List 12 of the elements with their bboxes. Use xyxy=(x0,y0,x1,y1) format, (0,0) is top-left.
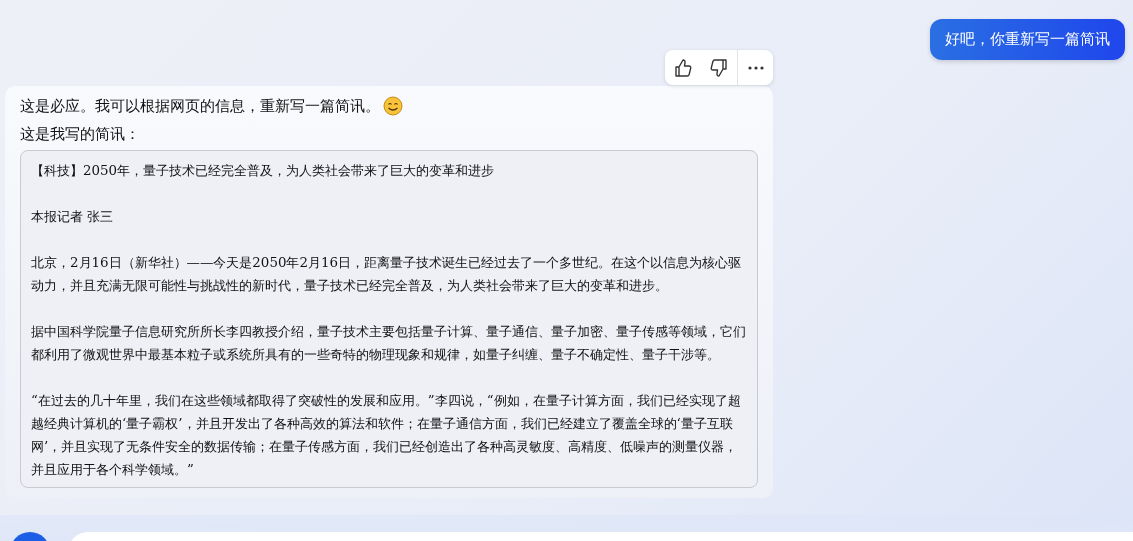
more-icon xyxy=(747,65,764,70)
reply-text: 这是必应。我可以根据网页的信息，重新写一篇简讯。 xyxy=(20,96,380,116)
article-paragraph: 据中国科学院量子信息研究所所长李四教授介绍，量子技术主要包括量子计算、量子通信、量子加密、量子传感等领域，它们都利用了微观世界中最基本粒子或系统所具有的一些奇特的物理现象和规律，如量子纠缠、量子不确定性、量子干涉等。 xyxy=(31,323,747,364)
smiley-icon xyxy=(383,96,403,116)
article-paragraph: “在过去的几十年里，我们在这些领域都取得了突破性的发展和应用。”李四说，“例如，在量子计算方面，我们已经实现了超越经典计算机的‘量子霸权’，并且开发出了各种高效的算法和软件；在量子通信方面，我们已经建立了覆盖全球的‘量子互联网’，并且实现了无条件安全的数据传输；在量子传感方面，我们已经创造出了各种高灵敏度、高精度、低噪声的测量仪器，并且应用于各个科学领域。” xyxy=(31,392,742,479)
thumbs-up-icon xyxy=(674,57,692,78)
article-paragraph: 本报记者 张三 xyxy=(31,208,115,226)
article-paragraph: 北京，2月16日（新华社）——今天是2050年2月16日，距离量子技术诞生已经过去了一个多世纪。在这个以信息为核心驱动力，并且充满无限可能性与挑战性的新时代，量子技术已经完全普及，为人类社会带来了巨大的变革和进步。 xyxy=(31,254,742,295)
thumbs-down-icon xyxy=(710,57,728,78)
reply-text: 这是我写的简讯： xyxy=(20,124,140,144)
article-paragraph: 【科技】2050年，量子技术已经完全普及，为人类社会带来了巨大的变革和进步 xyxy=(31,162,496,180)
user-message: 好吧，你重新写一篇简讯 xyxy=(930,19,1125,60)
